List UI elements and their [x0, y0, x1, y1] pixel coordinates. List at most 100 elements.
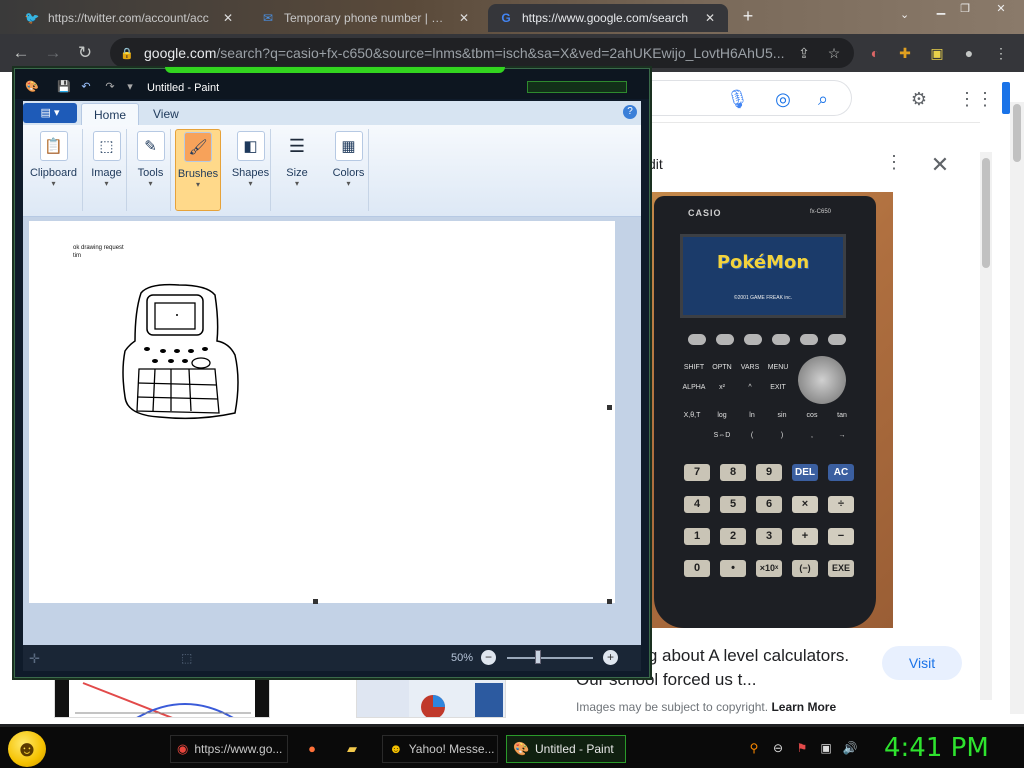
menu-kebab-icon[interactable]: ⋮ [990, 42, 1012, 64]
sidebar-icon[interactable]: ▣ [926, 42, 948, 64]
apps-grid-icon[interactable]: ⋮⋮ [958, 88, 994, 110]
voice-search-icon[interactable]: 🎙 [726, 88, 749, 110]
tray-circle-icon[interactable]: ⊖ [770, 741, 786, 757]
new-tab-button[interactable]: + [738, 6, 758, 26]
taskbar-item-explorer[interactable]: ▰ [340, 735, 370, 763]
learn-more-link[interactable]: Learn More [771, 700, 836, 714]
zoom-in-button[interactable]: + [603, 650, 618, 665]
resize-handle[interactable] [607, 599, 612, 604]
zoom-slider-thumb[interactable] [535, 650, 541, 664]
image-thumbnail[interactable] [54, 678, 270, 718]
restore-icon[interactable]: ❐ [954, 2, 976, 16]
graph-thumbnail [55, 679, 269, 717]
calc-fkey [716, 334, 734, 345]
taskbar-clock[interactable]: 4:41 PM [884, 733, 989, 763]
tab-label: https://twitter.com/account/acc [48, 11, 209, 25]
chrome-icon: ◉ [177, 741, 189, 756]
extensions-puzzle-icon[interactable]: ✚ [894, 42, 916, 64]
ribbon-group-label: Shapes [231, 167, 270, 179]
tab-temp-phone[interactable]: ✉ Temporary phone number | Rec ✕ [250, 4, 482, 32]
resize-handle[interactable] [607, 405, 612, 410]
paint-window[interactable]: 🎨 💾 ↶ ↷ ▾ Untitled - Paint ▤ ▾ Home View… [14, 67, 650, 678]
tab-twitter[interactable]: 🐦 https://twitter.com/account/acc ✕ [14, 4, 246, 32]
taskbar-item-chrome[interactable]: ◉ https://www.go... [170, 735, 288, 763]
bookmark-star-icon[interactable]: ☆ [824, 45, 844, 62]
panel-close-icon[interactable]: ✕ [928, 152, 952, 178]
undo-icon[interactable]: ↶ [79, 80, 93, 94]
save-icon[interactable]: 💾 [57, 80, 71, 94]
tab-home[interactable]: Home [81, 103, 140, 125]
twitter-icon: 🐦 [24, 11, 40, 25]
paint-titlebar[interactable]: 🎨 💾 ↶ ↷ ▾ Untitled - Paint [15, 67, 649, 99]
paint-menu-button[interactable]: ▤ ▾ [23, 103, 77, 123]
paint-app-icon[interactable]: 🎨 [25, 80, 39, 94]
page-scroll-thumb[interactable] [1013, 104, 1021, 162]
ribbon-group-size[interactable]: ☰ Size ▾ [277, 129, 317, 211]
ribbon-group-label: Tools [137, 167, 164, 179]
share-icon[interactable]: ⇪ [794, 45, 814, 62]
tab-google-search[interactable]: G https://www.google.com/search ✕ [488, 4, 728, 32]
more-options-icon[interactable]: ⋮ [884, 152, 904, 173]
calc-key-label: sin [777, 412, 787, 419]
calc-key-label: log [717, 412, 727, 419]
volume-icon[interactable]: 🔊 [842, 741, 858, 757]
calc-key: 7 [684, 464, 710, 481]
resize-handle[interactable] [313, 599, 318, 604]
close-icon[interactable]: ✕ [702, 11, 718, 25]
image-thumbnail[interactable] [356, 678, 506, 718]
zoom-slider[interactable] [507, 657, 593, 659]
calc-key-label: EXIT [770, 384, 786, 391]
close-icon[interactable]: ✕ [220, 11, 236, 25]
redo-icon[interactable]: ↷ [103, 80, 117, 94]
result-image[interactable]: CASIO fx-C650 PokéMon ©2001 GAME FREAK i… [648, 192, 893, 628]
copyright-text: Images may be subject to copyright. [576, 700, 769, 714]
start-button[interactable]: ☻ [8, 731, 46, 767]
drawing-canvas[interactable]: ok drawing request tim [29, 221, 615, 603]
reload-icon[interactable]: ↻ [74, 42, 96, 64]
ribbon-group-brushes[interactable]: 🖌 Brushes ▾ [175, 129, 221, 211]
lens-icon[interactable]: ◎ [772, 88, 794, 110]
page-scrollbar[interactable] [1010, 102, 1024, 714]
brush-icon: 🖌 [184, 132, 212, 162]
settings-gear-icon[interactable]: ⚙ [908, 88, 930, 110]
ribbon-group-tools[interactable]: ✎ Tools ▾ [131, 129, 171, 211]
tab-search-icon[interactable]: ⌄ [900, 8, 909, 21]
minimize-icon[interactable]: ▁ [930, 2, 952, 16]
canvas-text: tim [73, 253, 81, 259]
close-icon[interactable]: ✕ [456, 11, 472, 25]
ribbon-group-clipboard[interactable]: 📋 Clipboard ▾ [25, 129, 83, 211]
address-bar[interactable]: 🔒 google.com/search?q=casio+fx-c650&sour… [110, 38, 854, 68]
search-tray-icon[interactable]: ⚲ [746, 741, 762, 757]
back-icon[interactable]: ← [10, 42, 32, 64]
help-icon[interactable]: ? [623, 105, 637, 119]
lock-icon[interactable]: 🔒 [120, 47, 134, 60]
visit-button[interactable]: Visit [882, 646, 962, 680]
action-center-flag-icon[interactable]: ⚑ [794, 741, 810, 757]
panel-scrollbar[interactable] [980, 152, 992, 700]
taskbar-item-paint[interactable]: 🎨 Untitled - Paint [506, 735, 626, 763]
network-icon[interactable]: ▣ [818, 741, 834, 757]
calc-key-label: SHIFT [683, 364, 705, 371]
taskbar-item-firefox[interactable]: ● [300, 735, 330, 763]
calc-key-label: ( [750, 432, 754, 439]
panel-scroll-thumb[interactable] [982, 158, 990, 268]
search-icon[interactable]: ⌕ [812, 88, 834, 110]
calc-key: 5 [720, 496, 746, 513]
tab-view[interactable]: View [141, 103, 191, 125]
taskbar-item-yahoo[interactable]: ☻ Yahoo! Messe... [382, 735, 498, 763]
sign-in-button[interactable] [1002, 82, 1010, 114]
extension-flag-icon[interactable]: ◐ [864, 42, 886, 64]
calc-key: ×10ˣ [756, 560, 782, 577]
canvas-area[interactable]: ok drawing request tim [23, 217, 641, 645]
ribbon-group-colors[interactable]: ▦ Colors ▾ [329, 129, 369, 211]
url-text[interactable]: google.com/search?q=casio+fx-c650&source… [144, 45, 794, 61]
paint-window-controls[interactable] [527, 81, 627, 93]
ribbon-group-shapes[interactable]: ◧ Shapes ▾ [231, 129, 271, 211]
ribbon-group-image[interactable]: ⬚ Image ▾ [87, 129, 127, 211]
calc-key: 6 [756, 496, 782, 513]
quick-access-dropdown-icon[interactable]: ▾ [123, 80, 137, 94]
window-close-icon[interactable]: ✕ [990, 2, 1012, 16]
forward-icon[interactable]: → [42, 42, 64, 64]
zoom-out-button[interactable]: − [481, 650, 496, 665]
profile-avatar-icon[interactable]: ● [958, 42, 980, 64]
